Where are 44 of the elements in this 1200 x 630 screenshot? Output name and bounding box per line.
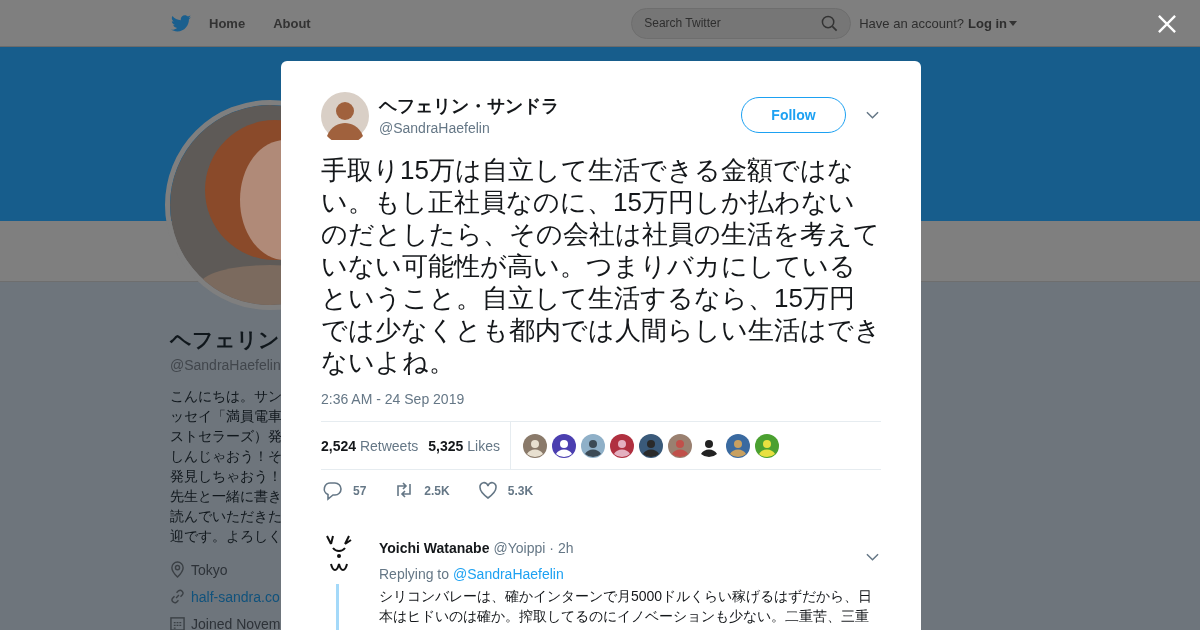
stat-link[interactable]: 2,524 Retweets (321, 437, 419, 454)
login-link[interactable]: Log in (968, 15, 1017, 31)
reply-time[interactable]: 2h (558, 539, 574, 556)
bio-line: 読んでいただきた (170, 507, 283, 526)
chevron-down-icon[interactable] (866, 111, 879, 119)
bio-line: 発見しちゃおう！ (170, 467, 283, 486)
stat-link[interactable]: 5,325 Likes (428, 437, 500, 454)
profile-name: ヘフェリン (170, 327, 281, 353)
mention-link[interactable]: @SandraHaefelin (453, 566, 564, 582)
reply-icon (323, 481, 343, 501)
bio-line: ストセラーズ）発 (170, 427, 283, 446)
reply-author-name[interactable]: Yoichi Watanabe (379, 539, 490, 556)
location-pin-icon (170, 561, 185, 578)
nav-link[interactable]: About (263, 15, 321, 31)
thread-line (336, 584, 339, 630)
action-button[interactable]: 5.3K (475, 481, 534, 501)
caret-icon (1009, 20, 1017, 26)
search-field[interactable]: Search Twitter (631, 7, 852, 39)
tweet-timestamp[interactable]: 2:36 AM - 24 Sep 2019 (321, 390, 881, 408)
profile-meta: Tokyo (191, 561, 228, 578)
chevron-down-icon[interactable] (866, 553, 879, 561)
calendar-icon (170, 616, 185, 630)
bio-line: しんじゃおう！そ (170, 447, 283, 466)
action-button[interactable]: 57 (321, 481, 367, 501)
reply-text: シリコンバレーは、確かインターンで月5000ドルくらい稼げるはずだから、日本はヒドいのは確か。搾取してるのにイノベーションも少ない。二重苦、三重 (379, 587, 874, 626)
follow-button[interactable]: Follow (741, 97, 846, 133)
author-handle[interactable]: @SandraHaefelin (379, 118, 741, 138)
account-prompt: Have an account? (859, 15, 964, 31)
nav-link[interactable]: Home (199, 15, 256, 31)
bio-line: 迎です。よろしく (170, 527, 283, 546)
avatar[interactable] (321, 92, 369, 140)
link-icon (170, 589, 185, 604)
bio-line: こんにちは。サン (170, 387, 283, 406)
reply-author-handle[interactable]: @Yoippi (493, 539, 546, 556)
author-name[interactable]: ヘフェリン・サンドラ (379, 95, 741, 117)
action-button[interactable]: 2.5K (392, 481, 450, 501)
bio-line: ッセイ「満員電車 (170, 407, 283, 426)
heart-icon (477, 481, 498, 501)
replying-label: Replying to (379, 566, 450, 582)
close-icon[interactable] (1158, 15, 1176, 33)
separator-dot: · (549, 539, 554, 556)
bio-line: 先生と一緒に書き (170, 487, 283, 506)
tweet-text: 手取り15万は自立して生活できる金額ではない。もし正社員なのに、15万円しか払わないのだとしたら、その会社は社員の生活を考えていない可能性が高い。つまりバカにしているということ。自立して生活するなら、15万円では少なくとも都内では人間らしい生活はできないよね。 (321, 154, 881, 378)
profile-meta: Joined Novem (191, 615, 281, 630)
